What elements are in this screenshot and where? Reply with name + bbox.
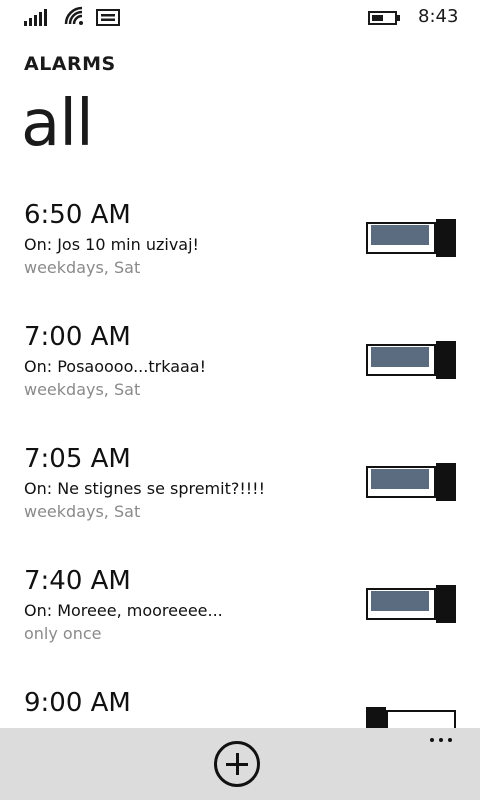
alarm-time: 7:05 AM	[24, 444, 131, 474]
alarm-days: only once	[24, 624, 102, 643]
toggle-thumb	[436, 463, 456, 501]
wifi-icon	[64, 6, 83, 25]
toggle-thumb	[436, 341, 456, 379]
status-bar: 8:43	[0, 0, 480, 34]
alarm-label: On: Posaoooo...trkaaa!	[24, 357, 207, 376]
toggle-fill	[371, 591, 429, 611]
app-bar	[0, 728, 480, 800]
pivot-header-all[interactable]: all	[21, 84, 94, 164]
alarm-days: weekdays, Sat	[24, 258, 141, 277]
app-title: ALARMS	[24, 53, 116, 75]
alarm-days: weekdays, Sat	[24, 380, 141, 399]
alarm-toggle[interactable]	[366, 219, 456, 259]
message-icon	[96, 9, 120, 26]
add-alarm-button[interactable]	[214, 741, 260, 787]
alarm-item[interactable]: 7:05 AM On: Ne stignes se spremit?!!!! w…	[0, 443, 480, 555]
alarm-label: On: Jos 10 min uzivaj!	[24, 235, 199, 254]
alarm-item[interactable]: 7:00 AM On: Posaoooo...trkaaa! weekdays,…	[0, 321, 480, 433]
alarm-label: On: Ne stignes se spremit?!!!!	[24, 479, 266, 498]
more-icon[interactable]	[430, 738, 452, 742]
alarm-time: 9:00 AM	[24, 688, 131, 718]
status-time: 8:43	[418, 6, 459, 27]
alarm-time: 7:00 AM	[24, 322, 131, 352]
alarm-time: 7:40 AM	[24, 566, 131, 596]
toggle-fill	[371, 225, 429, 245]
signal-icon	[24, 8, 47, 26]
alarm-time: 6:50 AM	[24, 200, 131, 230]
alarm-toggle[interactable]	[366, 585, 456, 625]
toggle-thumb	[436, 585, 456, 623]
alarm-item[interactable]: 6:50 AM On: Jos 10 min uzivaj! weekdays,…	[0, 199, 480, 311]
toggle-thumb	[436, 219, 456, 257]
alarm-toggle[interactable]	[366, 463, 456, 503]
toggle-fill	[371, 469, 429, 489]
battery-icon	[368, 11, 400, 25]
alarm-days: weekdays, Sat	[24, 502, 141, 521]
alarm-item[interactable]: 7:40 AM On: Moreee, mooreeee... only onc…	[0, 565, 480, 677]
alarm-toggle[interactable]	[366, 341, 456, 381]
alarm-label: On: Moreee, mooreeee...	[24, 601, 223, 620]
toggle-fill	[371, 347, 429, 367]
